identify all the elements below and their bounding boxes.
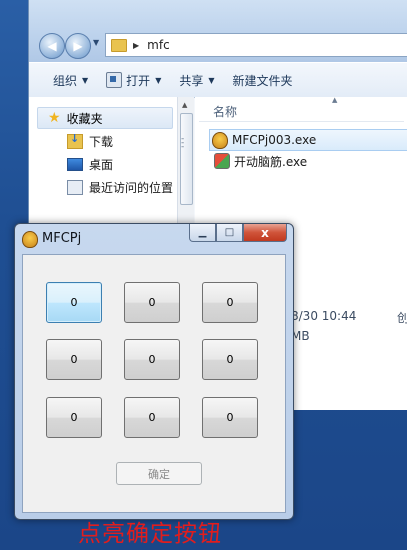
grid-button-label: 0	[226, 296, 234, 309]
header-divider	[199, 121, 404, 122]
grid-button-1[interactable]: 0	[46, 282, 102, 323]
grid-button-label: 0	[148, 411, 156, 424]
favorites-item[interactable]: ★ 收藏夹	[37, 107, 173, 129]
caret-down-icon: ▼	[155, 75, 162, 85]
detail-trailing: 创	[397, 311, 407, 325]
caret-down-icon: ▼	[208, 75, 215, 85]
explorer-titlebar: ◀ ▶ ▼ ▶ mfc	[29, 0, 407, 62]
column-header-name[interactable]: 名称	[213, 103, 237, 120]
mfc-dialog: MFCPj ▁ □ x 0 0 0 0 0 0 0 0 0 确定	[14, 223, 294, 520]
sidebar-item-label: 桌面	[89, 158, 114, 172]
favorites-label: 收藏夹	[66, 111, 103, 126]
downloads-icon	[67, 132, 83, 149]
caret-down-icon: ▼	[82, 75, 89, 85]
open-menu[interactable]: 打开 ▼	[106, 72, 161, 89]
star-icon: ★	[48, 110, 61, 126]
sidebar-item-downloads[interactable]: 下载	[67, 132, 114, 150]
address-text: mfc	[147, 38, 170, 52]
organize-menu[interactable]: 组织 ▼	[53, 72, 88, 89]
close-icon: x	[261, 225, 269, 240]
new-folder-label: 新建文件夹	[232, 73, 293, 88]
grid-button-4[interactable]: 0	[46, 339, 102, 380]
grid-button-6[interactable]: 0	[202, 339, 258, 380]
grid-button-label: 0	[226, 411, 234, 424]
sidebar-item-recent[interactable]: 最近访问的位置	[67, 179, 173, 196]
detail-date: 8/30 10:44	[291, 309, 357, 323]
annotation-caption: 点亮确定按钮	[78, 521, 222, 547]
file-name: MFCPj003.exe	[232, 133, 317, 147]
grid-button-label: 0	[148, 353, 156, 366]
share-label: 共享	[179, 73, 204, 88]
grid-button-label: 0	[226, 353, 234, 366]
recent-pages-dropdown[interactable]: ▼	[93, 38, 99, 47]
list-item[interactable]: 开动脑筋.exe	[212, 151, 307, 171]
grid-button-9[interactable]: 0	[202, 397, 258, 438]
sidebar-item-label: 下载	[89, 135, 114, 149]
scroll-thumb[interactable]	[180, 113, 193, 205]
maximize-button[interactable]: □	[216, 224, 243, 242]
scroll-up-icon[interactable]: ▲	[182, 101, 187, 109]
sort-ascending-icon: ▲	[332, 96, 338, 104]
grid-button-3[interactable]: 0	[202, 282, 258, 323]
new-folder-button[interactable]: 新建文件夹	[233, 72, 293, 89]
recent-places-icon	[67, 180, 83, 195]
dialog-client-area: 0 0 0 0 0 0 0 0 0 确定	[22, 254, 286, 513]
sidebar-item-label: 最近访问的位置	[89, 181, 174, 195]
organize-label: 组织	[53, 73, 78, 88]
grid-button-label: 0	[70, 353, 78, 366]
desktop-icon	[67, 158, 83, 171]
share-menu[interactable]: 共享 ▼	[179, 72, 214, 89]
folder-icon	[111, 38, 127, 52]
grid-button-8[interactable]: 0	[124, 397, 180, 438]
grid-button-label: 0	[70, 296, 78, 309]
grid-button-label: 0	[70, 411, 78, 424]
grip-icon: ---	[181, 134, 185, 152]
sidebar-item-desktop[interactable]: 桌面	[67, 156, 113, 173]
minimize-button[interactable]: ▁	[189, 224, 216, 242]
grid-button-7[interactable]: 0	[46, 397, 102, 438]
open-label: 打开	[126, 73, 151, 88]
address-bar[interactable]: ▶ mfc	[105, 33, 407, 57]
grid-button-label: 0	[148, 296, 156, 309]
caption-buttons: ▁ □ x	[189, 224, 287, 242]
app-shield-icon	[22, 231, 38, 248]
open-icon	[106, 72, 123, 88]
explorer-toolbar: 组织 ▼ 打开 ▼ 共享 ▼ 新建文件夹	[29, 62, 407, 98]
grid-button-2[interactable]: 0	[124, 282, 180, 323]
breadcrumb-arrow-icon[interactable]: ▶	[133, 41, 139, 50]
ok-button-label: 确定	[148, 467, 170, 481]
ok-button[interactable]: 确定	[116, 462, 202, 485]
close-button[interactable]: x	[243, 224, 287, 242]
list-item[interactable]: MFCPj003.exe	[209, 129, 407, 151]
app-icon	[214, 153, 230, 169]
dialog-title: MFCPj	[42, 231, 82, 246]
file-name: 开动脑筋.exe	[234, 154, 308, 169]
shield-app-icon	[212, 131, 228, 149]
grid-button-5[interactable]: 0	[124, 339, 180, 380]
forward-button[interactable]: ▶	[65, 33, 91, 59]
back-button[interactable]: ◀	[39, 33, 65, 59]
